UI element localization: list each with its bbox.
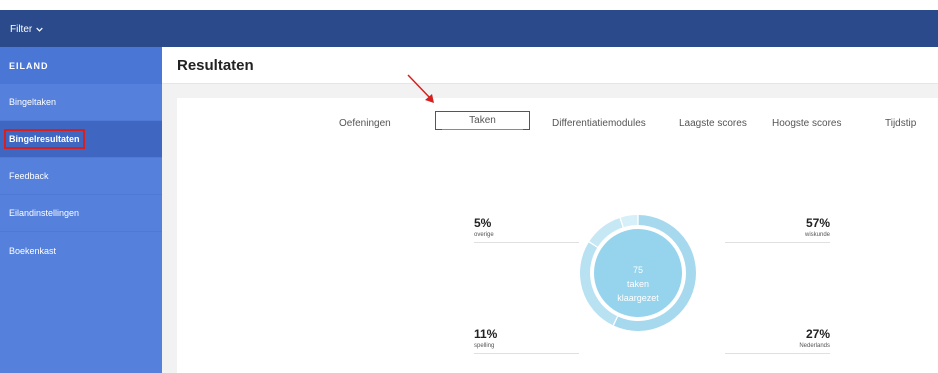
stat-spelling: 11% spelling [474,327,579,354]
donut-label-taken: taken [626,279,650,289]
stat-percent: 11% [474,327,498,341]
filter-label: Filter [10,23,33,35]
stat-nederlands: 27% Nederlands [725,327,830,354]
donut-slice-overige [620,215,638,228]
donut-label-klaargezet: klaargezet [617,293,659,303]
donut-count: 75 [632,265,643,275]
tab-laagste-scores[interactable]: Laagste scores [679,118,747,129]
tab-hoogste-scores[interactable]: Hoogste scores [772,118,841,129]
tab-taken[interactable]: Taken [435,111,530,130]
top-strip [0,0,938,10]
sidebar-item-boekenkast[interactable]: Boekenkast [0,232,162,269]
red-arrow-annotation [407,74,434,103]
tab-differentiatiemodules[interactable]: Differentiatiemodules [552,118,646,129]
tab-tijdstip[interactable]: Tijdstip [885,118,916,129]
sidebar-item-eilandinstellingen[interactable]: Eilandinstellingen [0,195,162,232]
stat-wiskunde: 57% wiskunde [725,216,830,243]
stat-overige: 5% overige [474,216,579,243]
sidebar-item-label: Eilandinstellingen [9,208,80,218]
stat-percent: 27% [805,327,830,341]
stat-label: wiskunde [804,232,830,238]
stat-label: Nederlands [799,343,830,349]
chevron-down-icon [36,27,43,32]
main-content: Resultaten Oefeningen Taken Differentiat… [162,47,938,373]
sidebar: EILAND Bingeltaken Bingelresultaten Feed… [0,47,162,373]
page-title: Resultaten [177,56,254,74]
sidebar-item-label: Feedback [9,171,49,181]
stat-percent: 57% [805,216,830,230]
stat-percent: 5% [474,216,492,230]
sidebar-item-label: Bingeltaken [9,97,57,107]
page-header: Resultaten [162,47,938,84]
sidebar-item-feedback[interactable]: Feedback [0,158,162,195]
sidebar-item-bingeltaken[interactable]: Bingeltaken [0,84,162,121]
results-card: Oefeningen Taken Differentiatiemodules L… [177,98,938,373]
sidebar-item-label: Bingelresultaten [4,129,85,149]
stat-label: spelling [474,343,495,349]
sidebar-heading: EILAND [0,47,162,84]
donut-center-text: 75 taken klaargezet [578,263,698,305]
tab-oefeningen[interactable]: Oefeningen [339,118,391,129]
sidebar-item-bingelresultaten[interactable]: Bingelresultaten [0,121,162,158]
sidebar-item-label: Boekenkast [9,245,57,256]
filter-dropdown[interactable]: Filter [10,20,43,38]
stat-label: overige [474,232,494,238]
top-bar: Filter [0,10,938,47]
